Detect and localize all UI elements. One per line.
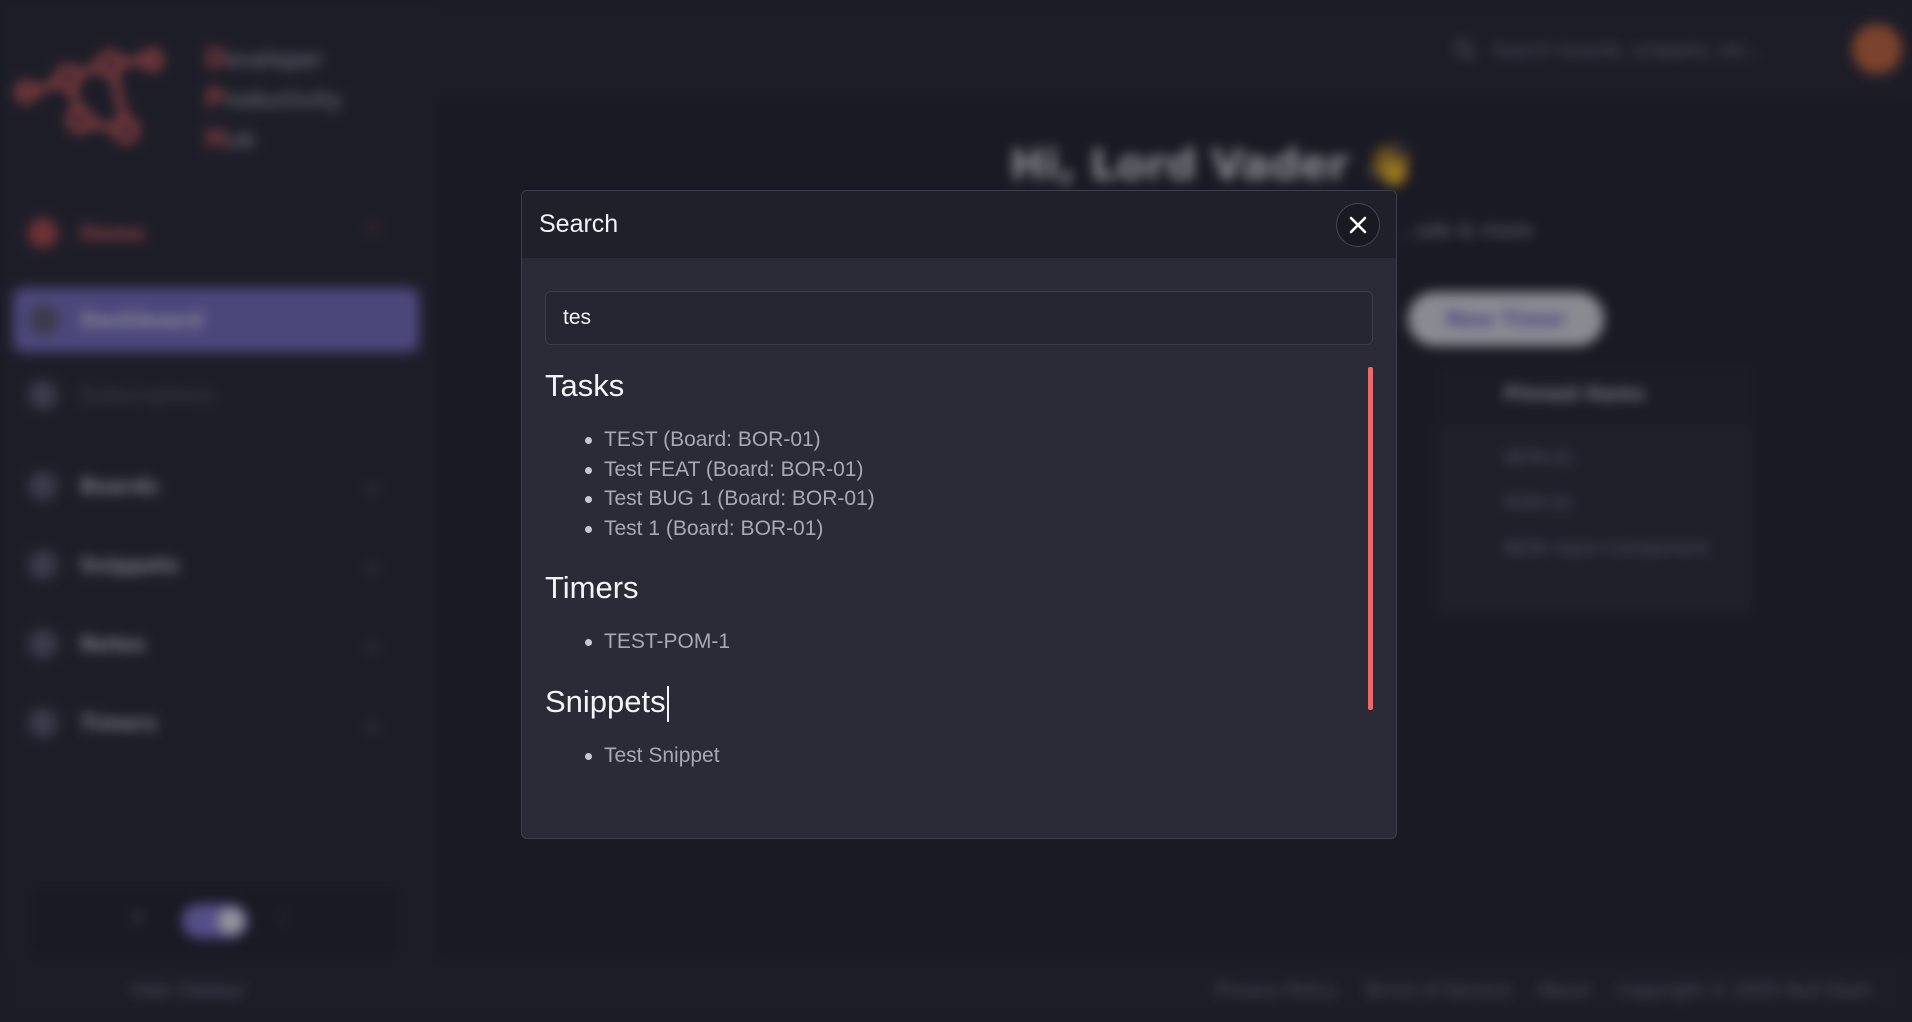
section-title-snippets-wrap: Snippets: [545, 677, 1345, 727]
section-title-snippets: Snippets: [545, 683, 666, 719]
snippets-results: Test Snippet: [545, 741, 1345, 771]
timers-results: TEST-POM-1: [545, 627, 1345, 657]
tasks-results: TEST (Board: BOR-01) Test FEAT (Board: B…: [545, 425, 1345, 543]
text-cursor: [666, 685, 669, 722]
section-title-tasks: Tasks: [545, 368, 625, 403]
result-item[interactable]: Test BUG 1 (Board: BOR-01): [545, 484, 1345, 514]
result-item[interactable]: Test 1 (Board: BOR-01): [545, 514, 1345, 544]
close-button[interactable]: [1336, 203, 1380, 247]
modal-title: Search: [539, 210, 619, 238]
result-item[interactable]: Test FEAT (Board: BOR-01): [545, 455, 1345, 485]
search-input[interactable]: [545, 291, 1373, 345]
search-modal: Search Tasks TEST (Board: BOR-01) Test F…: [521, 190, 1397, 839]
close-icon: [1349, 216, 1367, 234]
result-item[interactable]: TEST-POM-1: [545, 627, 1345, 657]
search-results: Tasks TEST (Board: BOR-01) Test FEAT (Bo…: [545, 361, 1345, 791]
result-item[interactable]: TEST (Board: BOR-01): [545, 425, 1345, 455]
modal-header: Search: [522, 191, 1396, 258]
section-title-timers: Timers: [545, 570, 639, 606]
result-item[interactable]: Test Snippet: [545, 741, 1345, 771]
scrollbar[interactable]: [1368, 367, 1373, 710]
